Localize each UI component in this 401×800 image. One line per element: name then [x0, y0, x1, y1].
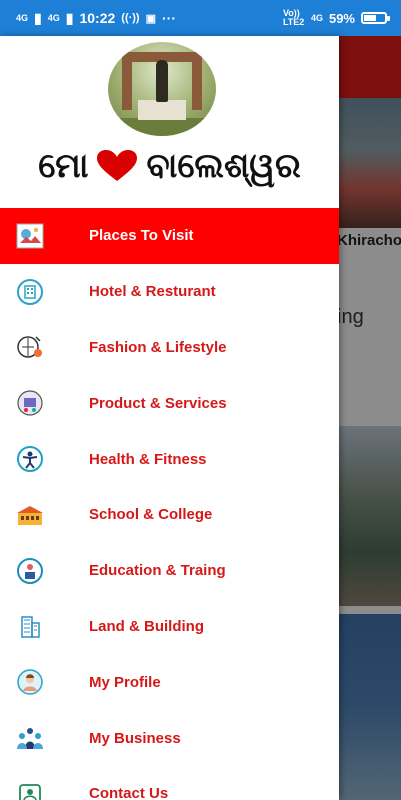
navigation-drawer: ମୋ ବାଲେଶ୍ୱର Places To Visit Hotel & Restu… — [0, 36, 339, 800]
menu-item-label: Health & Fitness — [89, 450, 207, 468]
menu-item-education-traing[interactable]: Education & Traing — [0, 543, 339, 599]
menu-item-label: School & College — [89, 506, 213, 524]
business-icon — [15, 723, 45, 753]
notification-icon: ▣ — [145, 12, 157, 25]
status-bar: 4G ▮ 4G ▮ 10:22 ((·)) ▣ ··· Vo)) LTE2 4G… — [0, 0, 401, 36]
drawer-menu: Places To Visit Hotel & Resturant Fashion … — [0, 208, 339, 800]
battery-percent: 59% — [328, 10, 355, 26]
product-icon — [15, 388, 45, 418]
menu-item-contact-us[interactable]: Contact Us — [0, 766, 339, 800]
menu-item-hotel-resturant[interactable]: Hotel & Resturant — [0, 264, 339, 320]
heart-icon — [97, 150, 138, 181]
menu-item-school-college[interactable]: School & College — [0, 487, 339, 543]
menu-item-my-profile[interactable]: My Profile — [0, 654, 339, 710]
places-icon — [15, 221, 45, 251]
menu-item-label: Contact Us — [89, 785, 169, 800]
menu-item-label: My Business — [89, 729, 181, 747]
menu-item-label: Land & Building — [89, 617, 204, 635]
drawer-scrim[interactable] — [339, 36, 401, 800]
fashion-icon — [15, 332, 45, 362]
menu-item-label: Education & Traing — [89, 562, 226, 580]
menu-item-my-business[interactable]: My Business — [0, 710, 339, 766]
brand-text-right: ବାଲେଶ୍ୱର — [146, 146, 301, 186]
hotel-icon — [15, 277, 45, 307]
signal-1-label: 4G — [16, 12, 29, 23]
volte-label: Vo)) LTE2 — [282, 8, 305, 27]
net-label: 4G — [310, 12, 323, 23]
menu-item-fashion-lifestyle[interactable]: Fashion & Lifestyle — [0, 320, 339, 376]
menu-item-land-building[interactable]: Land & Building — [0, 599, 339, 655]
menu-item-label: Fashion & Lifestyle — [89, 338, 227, 356]
hotspot-icon: ((·)) — [121, 12, 140, 24]
more-icon: ··· — [162, 10, 177, 26]
building-icon — [15, 611, 45, 641]
battery-level — [364, 15, 376, 21]
menu-item-label: Product & Services — [89, 394, 227, 412]
brand-text-left: ମୋ — [38, 146, 89, 186]
menu-item-health-fitness[interactable]: Health & Fitness — [0, 431, 339, 487]
menu-item-places-to-visit[interactable]: Places To Visit — [0, 208, 339, 264]
drawer-header: ମୋ ବାଲେଶ୍ୱର — [0, 36, 339, 208]
clock: 10:22 — [79, 10, 116, 26]
profile-icon — [15, 667, 45, 697]
menu-item-label: My Profile — [89, 673, 161, 691]
fitness-icon — [15, 444, 45, 474]
menu-item-product-services[interactable]: Product & Services — [0, 375, 339, 431]
contact-icon — [15, 779, 45, 800]
battery-icon — [361, 12, 390, 24]
menu-item-label: Places To Visit — [89, 227, 194, 245]
brand-logo: ମୋ ବାଲେଶ୍ୱର — [0, 144, 339, 188]
signal-bars-icon: ▮ — [34, 9, 42, 26]
signal-2-label: 4G — [47, 12, 60, 23]
education-icon — [15, 556, 45, 586]
logo-image — [108, 42, 216, 136]
signal-bars-icon-2: ▮ — [65, 9, 74, 26]
school-icon — [15, 500, 45, 530]
menu-item-label: Hotel & Resturant — [89, 283, 216, 301]
